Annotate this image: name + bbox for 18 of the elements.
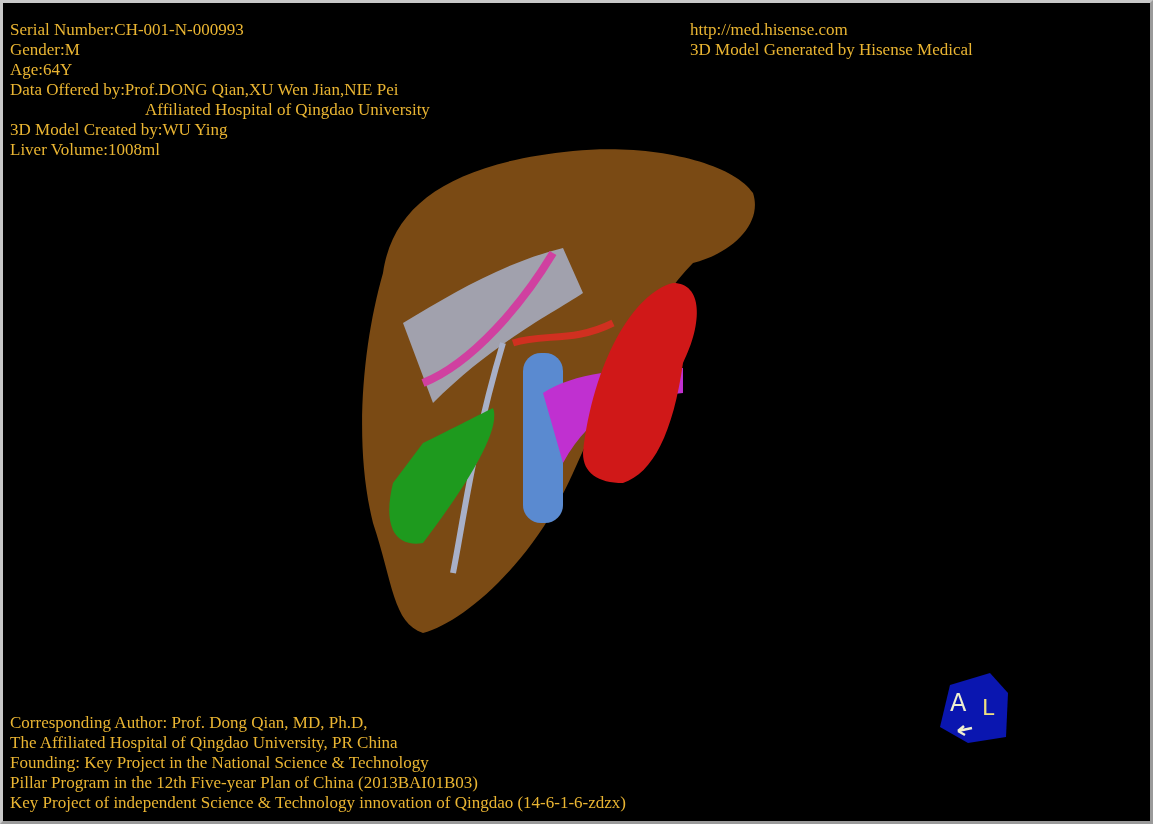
credit-line: Corresponding Author: Prof. Dong Qian, MD, Ph.D, [10,713,369,733]
info-line: Affiliated Hospital of Qingdao University [144,100,431,120]
cube-label: A [950,689,967,717]
arrow-icon [956,724,974,737]
credit-line: Founding: Key Project in the National Science & Technology [10,753,430,773]
info-line: Serial Number:CH-001-N-000993 [10,20,245,40]
credit-line: Key Project of independent Science & Technology innovation of Qingdao (14-6-1-6-zdzx) [10,793,626,813]
orientation-cube[interactable] [940,673,1008,743]
credit-line: The Affiliated Hospital of Qingdao University, PR China [10,733,399,753]
info-line: http://med.hisense.com [690,20,849,40]
info-line: Liver Volume:1008ml [10,140,161,160]
cube-label: L [982,695,995,720]
info-line: 3D Model Generated by Hisense Medical [690,40,973,60]
info-line: Data Offered by:Prof.DONG Qian,XU Wen Jian,NIE Pei [10,80,400,100]
info-line: Gender:M [10,40,81,60]
credit-line: Pillar Program in the 12th Five-year Plan of China (2013BAI01B03) [10,773,479,793]
info-line: 3D Model Created by:WU Ying [10,120,229,140]
info-line: Age:64Y [10,60,74,80]
